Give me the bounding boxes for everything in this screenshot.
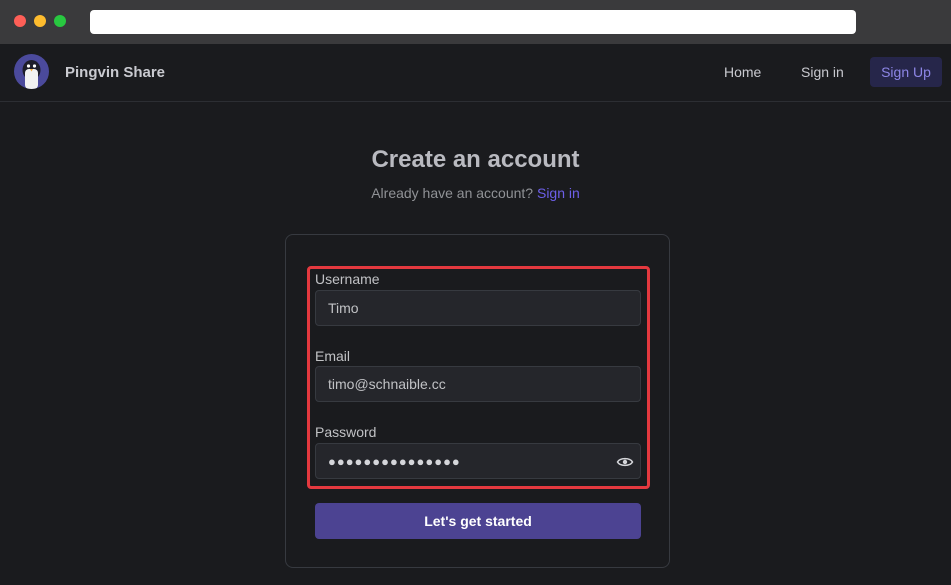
minimize-window-button[interactable] xyxy=(34,15,46,27)
subtitle-sign-in-link[interactable]: Sign in xyxy=(537,185,580,201)
app-header: Pingvin Share Home Sign in Sign Up xyxy=(0,44,951,102)
username-input[interactable]: Timo xyxy=(315,290,641,326)
email-input[interactable]: timo@schnaible.cc xyxy=(315,366,641,402)
submit-button[interactable]: Let's get started xyxy=(315,503,641,539)
password-label: Password xyxy=(315,424,377,440)
email-value: timo@schnaible.cc xyxy=(328,376,446,392)
password-input[interactable]: ●●●●●●●●●●●●●●● xyxy=(315,443,641,479)
page-subtitle: Already have an account? Sign in xyxy=(0,185,951,201)
username-label: Username xyxy=(315,271,380,287)
nav-home-link[interactable]: Home xyxy=(724,64,761,80)
username-value: Timo xyxy=(328,300,359,316)
address-bar[interactable] xyxy=(90,10,856,34)
nav-sign-in-link[interactable]: Sign in xyxy=(801,64,844,80)
page-title: Create an account xyxy=(371,146,580,173)
eye-icon[interactable] xyxy=(616,453,634,471)
browser-chrome xyxy=(0,0,951,44)
penguin-logo-icon[interactable] xyxy=(14,54,49,89)
subtitle-text: Already have an account? xyxy=(371,185,534,201)
maximize-window-button[interactable] xyxy=(54,15,66,27)
brand-name[interactable]: Pingvin Share xyxy=(65,64,165,81)
password-value: ●●●●●●●●●●●●●●● xyxy=(328,453,461,469)
email-label: Email xyxy=(315,348,351,364)
nav-sign-up-button[interactable]: Sign Up xyxy=(870,57,942,87)
close-window-button[interactable] xyxy=(14,15,26,27)
